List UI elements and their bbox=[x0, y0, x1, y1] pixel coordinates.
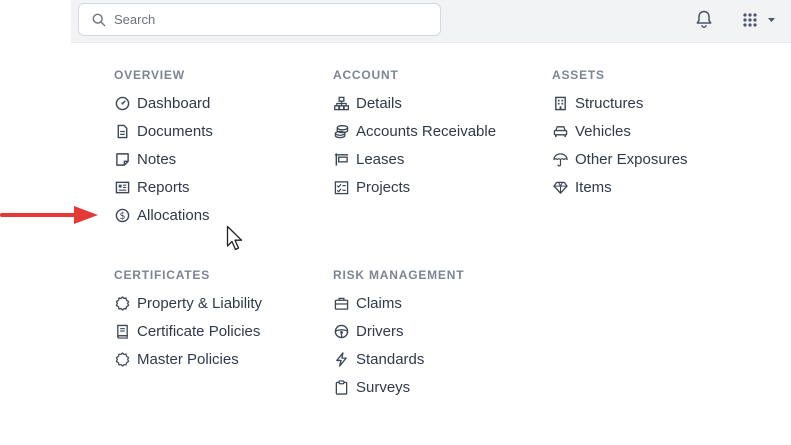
menu-item-label: Leases bbox=[356, 150, 405, 168]
bell-icon[interactable] bbox=[694, 9, 714, 29]
note-icon bbox=[114, 151, 130, 167]
menu-item-label: Projects bbox=[356, 178, 411, 196]
section-assets: ASSETS Structures Vehicles Other Exposur… bbox=[552, 67, 688, 196]
apps-grid-icon[interactable] bbox=[742, 12, 776, 28]
section-heading: OVERVIEW bbox=[114, 68, 185, 82]
menu-item-label: Certificate Policies bbox=[137, 322, 261, 340]
menu-item-label: Property & Liability bbox=[137, 294, 263, 312]
badge-outline-icon bbox=[114, 351, 130, 367]
sitemap-icon bbox=[333, 95, 349, 111]
menu-item-other-exposures[interactable]: Other Exposures bbox=[552, 148, 688, 170]
menu-item-accounts-receivable[interactable]: Accounts Receivable bbox=[333, 120, 496, 142]
menu-item-dashboard[interactable]: Dashboard bbox=[114, 92, 210, 114]
menu-item-label: Allocations bbox=[137, 206, 210, 224]
menu-item-label: Other Exposures bbox=[575, 150, 688, 168]
book-icon bbox=[114, 323, 130, 339]
menu-item-label: Accounts Receivable bbox=[356, 122, 497, 140]
search-input[interactable]: Search bbox=[78, 3, 441, 36]
menu-item-structures[interactable]: Structures bbox=[552, 92, 643, 114]
menu-item-details[interactable]: Details bbox=[333, 92, 402, 114]
menu-item-label: Documents bbox=[137, 122, 213, 140]
document-icon bbox=[114, 123, 130, 139]
newspaper-icon bbox=[114, 179, 130, 195]
menu-item-certificate-policies[interactable]: Certificate Policies bbox=[114, 320, 260, 342]
coins-icon bbox=[333, 123, 349, 139]
menu-item-surveys[interactable]: Surveys bbox=[333, 376, 410, 398]
steering-wheel-icon bbox=[333, 323, 349, 339]
section-account: ACCOUNT Details Accounts Receivable Leas… bbox=[333, 67, 496, 196]
menu-item-label: Notes bbox=[137, 150, 177, 168]
menu-item-label: Details bbox=[356, 94, 402, 112]
section-heading: RISK MANAGEMENT bbox=[333, 268, 465, 282]
menu-item-label: Items bbox=[575, 178, 612, 196]
menu-item-label: Master Policies bbox=[137, 350, 239, 368]
section-heading: ACCOUNT bbox=[333, 68, 399, 82]
umbrella-icon bbox=[552, 151, 568, 167]
sign-icon bbox=[333, 151, 349, 167]
menu-item-property-liability[interactable]: Property & Liability bbox=[114, 292, 262, 314]
menu-item-label: Dashboard bbox=[137, 94, 211, 112]
dollar-circle-icon: $ bbox=[114, 207, 130, 223]
menu-item-label: Surveys bbox=[356, 378, 411, 396]
menu-item-reports[interactable]: Reports bbox=[114, 176, 190, 198]
menu-item-label: Vehicles bbox=[575, 122, 631, 140]
building-icon bbox=[552, 95, 568, 111]
section-overview: OVERVIEW Dashboard Documents Notes Repor… bbox=[114, 67, 213, 224]
menu-item-standards[interactable]: Standards bbox=[333, 348, 424, 370]
bolt-icon bbox=[333, 351, 349, 367]
section-risk-management: RISK MANAGEMENT Claims Drivers Standards… bbox=[333, 267, 465, 396]
gem-icon bbox=[552, 179, 568, 195]
menu-item-vehicles[interactable]: Vehicles bbox=[552, 120, 631, 142]
section-heading: ASSETS bbox=[552, 68, 605, 82]
menu-item-drivers[interactable]: Drivers bbox=[333, 320, 404, 342]
gauge-icon bbox=[114, 95, 130, 111]
section-heading: CERTIFICATES bbox=[114, 268, 211, 282]
menu-item-projects[interactable]: Projects bbox=[333, 176, 410, 198]
search-placeholder: Search bbox=[114, 12, 156, 27]
badge-icon bbox=[114, 295, 130, 311]
menu-item-claims[interactable]: Claims bbox=[333, 292, 402, 314]
clipboard-icon bbox=[333, 379, 349, 395]
menu-item-master-policies[interactable]: Master Policies bbox=[114, 348, 239, 370]
search-icon bbox=[92, 13, 106, 27]
menu-item-label: Standards bbox=[356, 350, 425, 368]
menu-item-items[interactable]: Items bbox=[552, 176, 612, 198]
menu-item-leases[interactable]: Leases bbox=[333, 148, 404, 170]
menu-item-label: Drivers bbox=[356, 322, 404, 340]
red-arrow-icon bbox=[0, 206, 98, 224]
menu-item-label: Claims bbox=[356, 294, 402, 312]
menu-item-allocations[interactable]: $ Allocations bbox=[114, 204, 210, 226]
svg-text:$: $ bbox=[119, 210, 125, 221]
briefcase-icon bbox=[333, 295, 349, 311]
section-certificates: CERTIFICATES Property & Liability Certif… bbox=[114, 267, 262, 368]
menu-item-label: Reports bbox=[137, 178, 190, 196]
menu-item-notes[interactable]: Notes bbox=[114, 148, 176, 170]
menu-item-documents[interactable]: Documents bbox=[114, 120, 213, 142]
tasks-icon bbox=[333, 179, 349, 195]
menu-item-label: Structures bbox=[575, 94, 644, 112]
mouse-cursor-icon bbox=[226, 225, 243, 251]
car-icon bbox=[552, 123, 568, 139]
